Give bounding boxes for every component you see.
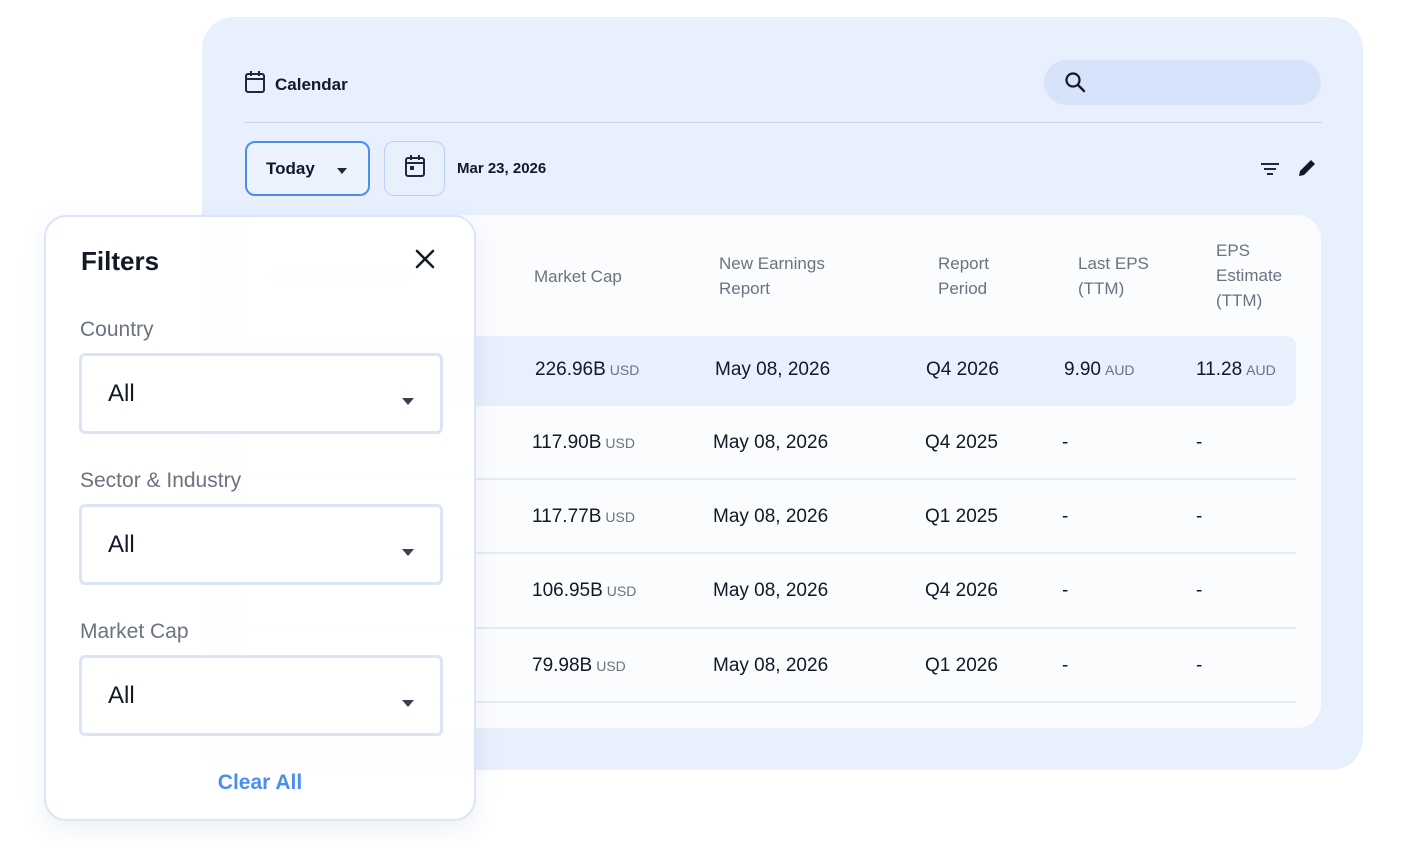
market-cap-select[interactable]: All [79,655,443,736]
column-header-line: EPS [1216,241,1251,260]
market-cap-value: 226.96B [535,359,606,380]
country-select[interactable]: All [79,353,443,434]
market-cap-select-value: All [108,682,135,709]
column-header-line: Period [938,279,988,298]
last-eps-cell: - [1062,506,1069,527]
market-cap-unit: USD [609,362,640,378]
chevron-down-icon [402,392,414,410]
filter-icon[interactable] [1258,158,1282,185]
country-select-value: All [108,380,135,407]
market-cap-unit: USD [596,658,626,674]
calendar-icon [244,70,266,99]
market-cap-value: 117.90B [532,432,602,453]
market-cap-cell: 117.90B USD [532,432,635,454]
sector-label: Sector & Industry [80,469,242,492]
sector-select-value: All [108,531,135,558]
last-eps-value: 9.90 [1064,359,1101,380]
report-period-cell: Q1 2025 [925,506,998,527]
report-date-cell: May 08, 2026 [713,506,829,527]
last-eps-unit: AUD [1104,362,1135,378]
eps-estimate-cell: - [1196,432,1203,453]
column-header-line: (TTM) [1078,279,1125,298]
country-label: Country [80,318,154,341]
report-period-cell: Q4 2025 [925,432,998,453]
search-input[interactable] [1044,60,1321,105]
last-eps-cell: 9.90 AUD [1064,359,1135,381]
filters-panel: Filters Country All Sector & Industry Al… [44,215,476,821]
eps-estimate-cell: 11.28 AUD [1196,359,1276,381]
market-cap-value: 117.77B [532,506,602,527]
period-dropdown[interactable]: Today [245,141,370,196]
chevron-down-icon [402,694,414,712]
market-cap-cell: 117.77B USD [532,506,635,528]
page-title: Calendar [275,74,348,94]
eps-estimate-cell: - [1196,655,1203,676]
market-cap-unit: USD [605,509,635,525]
column-header-last-eps[interactable]: Last EPS (TTM) [1078,251,1149,301]
column-header-line: Report [938,254,990,273]
clear-all-button[interactable]: Clear All [46,771,474,795]
column-header-eps-estimate[interactable]: EPS Estimate (TTM) [1216,238,1282,313]
report-period-cell: Q4 2026 [926,359,999,380]
period-dropdown-label: Today [266,158,315,178]
eps-estimate-value: 11.28 [1196,359,1243,380]
search-icon [1064,71,1086,98]
date-picker-icon [404,154,426,183]
column-header-line: Estimate [1216,266,1283,285]
report-period-cell: Q1 2026 [925,655,998,676]
eps-estimate-cell: - [1196,506,1203,527]
market-cap-cell: 226.96B USD [535,359,639,381]
column-header-new-earnings-report[interactable]: New Earnings Report [719,251,825,301]
chevron-down-icon [336,159,347,179]
market-cap-cell: 79.98B USD [532,655,626,677]
eps-estimate-cell: - [1196,580,1203,601]
report-date-cell: May 08, 2026 [715,359,831,380]
market-cap-value: 79.98B [532,655,593,676]
column-header-line: (TTM) [1216,291,1263,310]
filters-title: Filters [81,246,160,276]
report-date-cell: May 08, 2026 [713,655,829,676]
chevron-down-icon [402,543,414,561]
market-cap-value: 106.95B [532,580,603,601]
column-header-line: Report [719,279,771,298]
column-header-report-period[interactable]: Report Period [938,251,989,301]
last-eps-cell: - [1062,580,1069,601]
last-eps-cell: - [1062,432,1069,453]
market-cap-cell: 106.95B USD [532,580,636,602]
edit-icon[interactable] [1296,157,1318,184]
report-date-cell: May 08, 2026 [713,580,829,601]
date-picker-button[interactable] [384,141,445,196]
report-date-cell: May 08, 2026 [713,432,829,453]
market-cap-label: Market Cap [80,620,189,643]
eps-estimate-unit: AUD [1246,362,1276,378]
calendar-header: Calendar [244,70,348,99]
column-header-line: New Earnings [719,254,825,273]
last-eps-cell: - [1062,655,1069,676]
sector-select[interactable]: All [79,504,443,585]
market-cap-unit: USD [606,583,637,599]
column-header-line: Last EPS [1078,254,1149,273]
selected-date: Mar 23, 2026 [457,160,547,177]
close-icon[interactable] [414,248,436,275]
column-header-market-cap[interactable]: Market Cap [534,264,622,289]
market-cap-unit: USD [605,435,635,451]
header-divider [244,122,1322,123]
report-period-cell: Q4 2026 [925,580,998,601]
